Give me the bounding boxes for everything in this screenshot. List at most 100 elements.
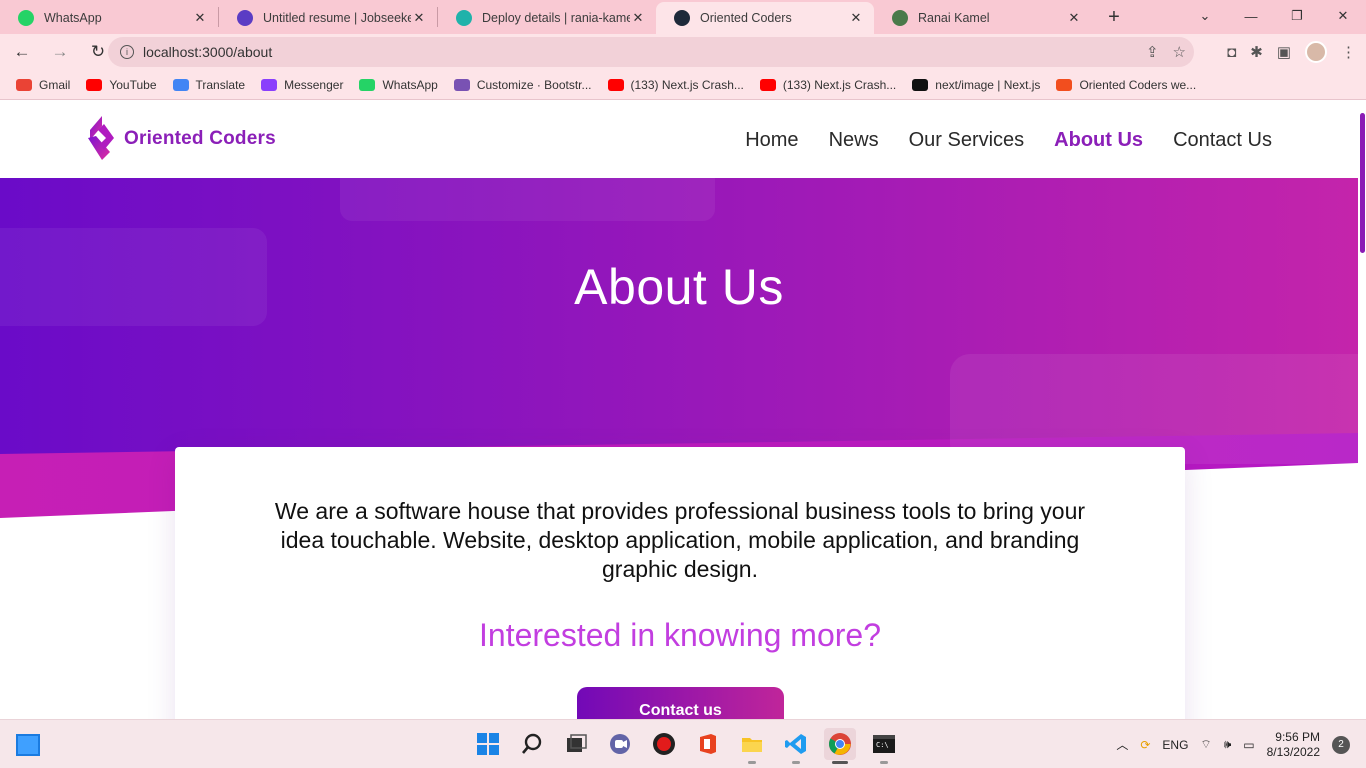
active-indicator xyxy=(832,761,848,764)
profile-avatar[interactable] xyxy=(1305,41,1327,63)
tab-title: Oriented Coders xyxy=(700,11,792,25)
bookmark-label: next/image | Next.js xyxy=(935,77,1041,92)
wifi-icon[interactable]: ⌔ xyxy=(1200,737,1211,752)
terminal-icon[interactable]: C:\ xyxy=(868,728,900,764)
nav-link-news[interactable]: News xyxy=(829,129,879,152)
share-icon[interactable]: ⇪ xyxy=(1146,43,1159,61)
tab-search-icon[interactable]: ⌄ xyxy=(1182,0,1228,32)
back-button[interactable]: ← xyxy=(6,36,38,68)
site-info-icon[interactable]: i xyxy=(120,45,134,59)
office-icon[interactable] xyxy=(692,728,724,760)
svg-text:C:\: C:\ xyxy=(876,741,889,749)
bookmark-item[interactable]: (133) Next.js Crash... xyxy=(607,77,744,92)
bookmark-label: Gmail xyxy=(39,77,71,92)
tab-close-icon[interactable]: ✕ xyxy=(1066,10,1082,26)
close-window-button[interactable]: ✕ xyxy=(1320,0,1366,32)
bookmark-item[interactable]: YouTube xyxy=(86,77,157,92)
bookmark-item[interactable]: WhatsApp xyxy=(359,77,438,92)
bookmark-favicon-icon xyxy=(359,78,376,91)
main-nav: Home News Our Services About Us Contact Us xyxy=(745,129,1272,152)
bookmark-label: Oriented Coders we... xyxy=(1079,77,1197,92)
side-panel-icon[interactable]: ▣ xyxy=(1277,43,1291,61)
bookmark-favicon-icon xyxy=(1056,78,1073,91)
bookmark-label: WhatsApp xyxy=(382,77,438,92)
bookmark-label: Customize · Bootstr... xyxy=(476,77,592,92)
nav-link-home[interactable]: Home xyxy=(745,129,798,152)
battery-icon[interactable]: ▭ xyxy=(1243,738,1254,752)
bookmark-favicon-icon xyxy=(759,78,776,91)
address-bar[interactable]: i localhost:3000/about ⇪ ☆ xyxy=(108,37,1194,67)
screen-recorder-icon[interactable] xyxy=(648,728,680,760)
contact-us-button[interactable]: Contact us xyxy=(577,687,784,719)
browser-tab[interactable]: Ranai Kamel ✕ xyxy=(874,2,1092,34)
bookmark-label: Translate xyxy=(195,77,246,92)
os-taskbar: C:\ ︿ ⟳ ENG ⌔ 🕪 ▭ 9:56 PM 8/13/2022 2 xyxy=(0,719,1366,768)
bookmark-label: (133) Next.js Crash... xyxy=(630,77,744,92)
volume-icon[interactable]: 🕪 xyxy=(1224,737,1232,752)
tab-close-icon[interactable]: ✕ xyxy=(411,10,427,26)
bookmark-label: (133) Next.js Crash... xyxy=(782,77,897,92)
bookmark-star-icon[interactable]: ☆ xyxy=(1173,43,1186,61)
browser-tab[interactable]: Oriented Coders ✕ xyxy=(656,2,874,34)
file-explorer-icon[interactable] xyxy=(736,728,768,764)
task-view-icon[interactable] xyxy=(560,728,592,760)
address-url: localhost:3000/about xyxy=(143,44,273,60)
bookmark-favicon-icon xyxy=(261,78,278,91)
browser-tab[interactable]: Untitled resume | Jobseeker ✕ xyxy=(219,2,437,34)
chevron-up-icon[interactable]: ︿ xyxy=(1116,736,1128,753)
new-tab-button[interactable]: + xyxy=(1100,3,1128,31)
jobseeker-icon xyxy=(237,10,253,26)
scrollbar-thumb[interactable] xyxy=(1360,113,1365,253)
sync-icon[interactable]: ⟳ xyxy=(1140,738,1150,752)
start-icon[interactable] xyxy=(472,728,504,760)
bookmark-label: YouTube xyxy=(109,77,157,92)
browser-tab[interactable]: Deploy details | rania-kamel- ✕ xyxy=(438,2,656,34)
tab-title: Ranai Kamel xyxy=(918,11,990,25)
forward-button[interactable]: → xyxy=(44,36,76,68)
netlify-icon xyxy=(456,10,472,26)
camera-icon[interactable]: ◘ xyxy=(1227,44,1236,61)
whatsapp-icon xyxy=(18,10,34,26)
search-icon[interactable] xyxy=(516,728,548,760)
running-indicator xyxy=(880,761,888,764)
about-card: We are a software house that provides pr… xyxy=(175,447,1185,719)
bookmark-item[interactable]: next/image | Next.js xyxy=(912,78,1040,92)
tab-title: WhatsApp xyxy=(44,11,102,25)
nav-link-our-services[interactable]: Our Services xyxy=(909,129,1025,152)
bookmark-item[interactable]: (133) Next.js Crash... xyxy=(759,77,897,92)
bookmark-favicon-icon xyxy=(453,78,470,91)
nav-link-about-us[interactable]: About Us xyxy=(1054,129,1143,152)
tab-close-icon[interactable]: ✕ xyxy=(848,10,864,26)
tab-close-icon[interactable]: ✕ xyxy=(630,10,646,26)
restore-button[interactable]: ❐ xyxy=(1274,0,1320,32)
widgets-icon[interactable] xyxy=(16,734,40,756)
minimize-button[interactable]: — xyxy=(1228,0,1274,32)
page-scrollbar[interactable] xyxy=(1358,103,1366,719)
about-description: We are a software house that provides pr… xyxy=(274,498,1086,582)
chrome-icon[interactable] xyxy=(824,728,856,764)
bookmark-item[interactable]: Customize · Bootstr... xyxy=(453,77,592,92)
clock[interactable]: 9:56 PM 8/13/2022 xyxy=(1267,730,1320,760)
window-controls: ⌄ — ❐ ✕ xyxy=(1182,0,1366,32)
nav-link-contact-us[interactable]: Contact Us xyxy=(1173,129,1272,152)
bookmark-item[interactable]: Messenger xyxy=(261,78,343,92)
notification-badge[interactable]: 2 xyxy=(1332,735,1350,754)
page-title: About Us xyxy=(574,259,784,315)
teams-chat-icon[interactable] xyxy=(604,728,636,760)
system-tray: ︿ ⟳ ENG ⌔ 🕪 ▭ 9:56 PM 8/13/2022 2 xyxy=(1116,720,1350,768)
vscode-icon[interactable] xyxy=(780,728,812,764)
bookmark-item[interactable]: Oriented Coders we... xyxy=(1056,78,1196,92)
clock-time: 9:56 PM xyxy=(1275,729,1320,744)
bookmark-item[interactable]: Gmail xyxy=(16,78,70,92)
site-logo[interactable]: Oriented Coders xyxy=(86,116,276,162)
tab-close-icon[interactable]: ✕ xyxy=(192,10,208,26)
language-indicator[interactable]: ENG xyxy=(1162,738,1188,752)
browser-tab-strip: WhatsApp ✕ Untitled resume | Jobseeker ✕ Dep… xyxy=(0,0,1366,34)
extensions-icon[interactable]: ✱ xyxy=(1250,43,1263,61)
browser-tab[interactable]: WhatsApp ✕ xyxy=(0,2,218,34)
menu-kebab-icon[interactable]: ⋮ xyxy=(1341,43,1356,61)
site-header: Oriented Coders Home News Our Services Abou… xyxy=(0,103,1358,178)
running-indicator xyxy=(748,761,756,764)
clock-date: 8/13/2022 xyxy=(1266,744,1320,759)
bookmark-item[interactable]: Translate xyxy=(172,77,246,92)
